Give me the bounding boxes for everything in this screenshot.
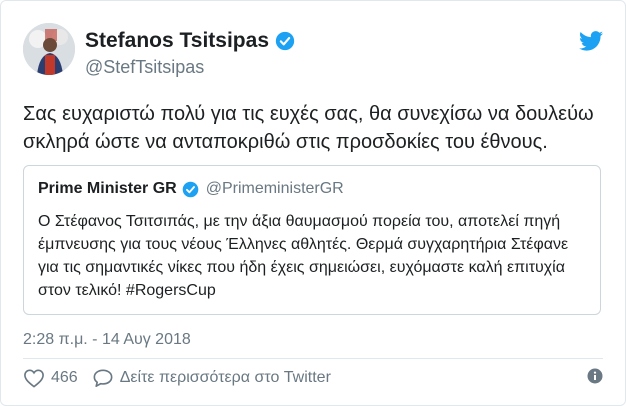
author-name[interactable]: Stefanos Tsitsipas bbox=[85, 29, 269, 53]
author-handle[interactable]: @StefTsitsipas bbox=[85, 57, 204, 78]
see-more-on-twitter-link[interactable]: Δείτε περισσότερα στο Twitter bbox=[120, 369, 331, 387]
tweet-text: Σας ευχαριστώ πολύ για τις ευχές σας, θα… bbox=[23, 103, 594, 153]
speech-bubble-icon[interactable] bbox=[92, 368, 114, 388]
divider bbox=[23, 358, 603, 359]
quoted-tweet-header: Prime Minister GR @PrimeministerGR bbox=[38, 180, 344, 198]
tweet-actions: 466 Δείτε περισσότερα στο Twitter bbox=[23, 366, 603, 390]
avatar[interactable] bbox=[23, 23, 75, 75]
like-count[interactable]: 466 bbox=[51, 369, 78, 387]
embedded-tweet-card: Stefanos Tsitsipas @StefTsitsipas Σας ευ… bbox=[0, 0, 626, 406]
verified-badge-icon bbox=[275, 31, 295, 51]
quoted-author-name[interactable]: Prime Minister GR bbox=[38, 180, 177, 198]
verified-badge-icon bbox=[182, 181, 198, 197]
info-icon[interactable] bbox=[587, 368, 603, 384]
quoted-author-handle[interactable]: @PrimeministerGR bbox=[206, 180, 344, 198]
quoted-tweet[interactable]: Prime Minister GR @PrimeministerGR Ο Στέ… bbox=[23, 165, 601, 315]
twitter-bird-icon[interactable] bbox=[579, 31, 603, 51]
quoted-tweet-text: Ο Στέφανος Τσιτσιπάς, με την άξια θαυμασ… bbox=[38, 213, 569, 299]
author-name-row[interactable]: Stefanos Tsitsipas bbox=[85, 29, 295, 53]
tweet-timestamp[interactable]: 2:28 π.μ. - 14 Αυγ 2018 bbox=[23, 331, 191, 349]
heart-icon[interactable] bbox=[23, 368, 45, 388]
